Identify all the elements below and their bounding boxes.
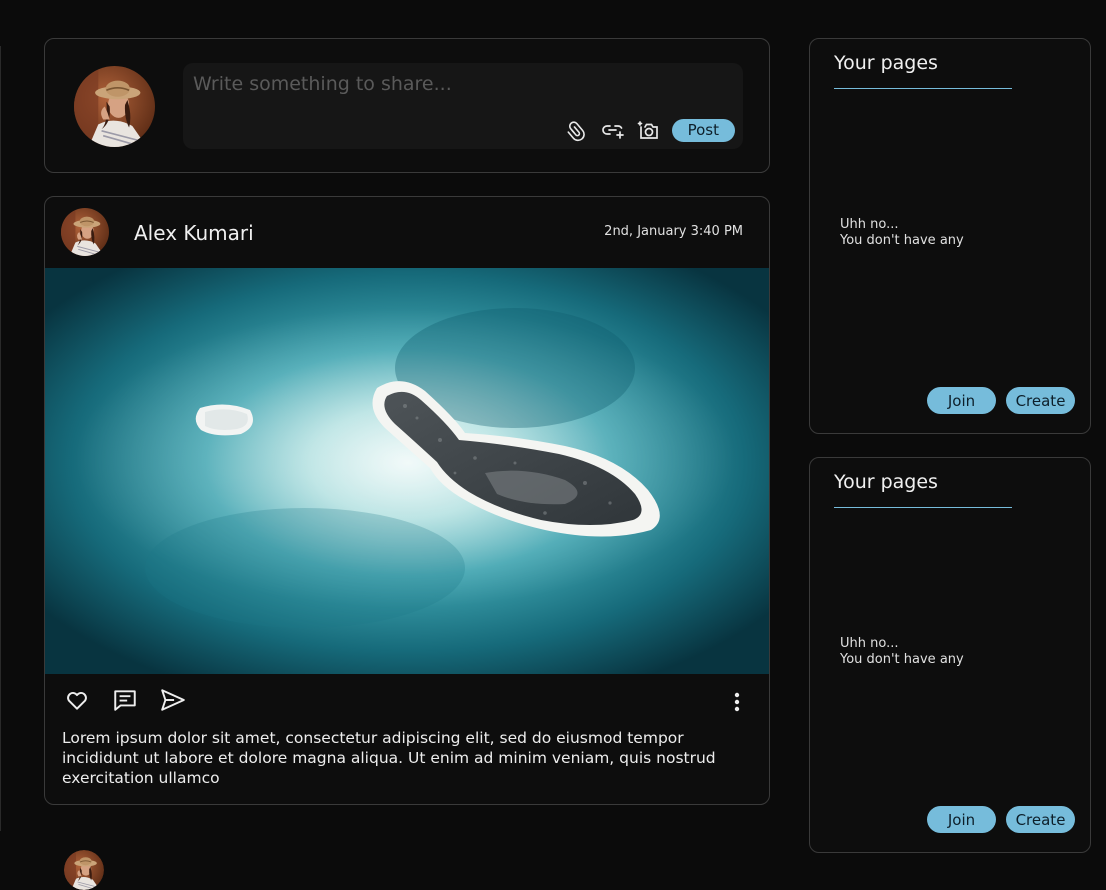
feed-post: Alex Kumari 2nd, January 3:40 PM Lorem i… (44, 196, 770, 805)
your-pages-panel: Your pages Uhh no... You don't have any … (809, 457, 1091, 853)
link-add-icon[interactable] (600, 117, 626, 143)
panel-actions: Join Create (927, 806, 1075, 833)
post-image[interactable] (45, 268, 770, 674)
post-timestamp: 2nd, January 3:40 PM (604, 224, 743, 239)
composer-placeholder[interactable]: Write something to share... (193, 73, 452, 95)
more-vertical-icon[interactable] (729, 688, 745, 716)
composer-toolbar: Post (564, 117, 735, 143)
join-button[interactable]: Join (927, 387, 996, 414)
post-composer: Write something to share... Post (44, 38, 770, 173)
user-avatar[interactable] (74, 66, 155, 147)
comment-icon[interactable] (111, 686, 139, 714)
create-button[interactable]: Create (1006, 806, 1075, 833)
join-button[interactable]: Join (927, 806, 996, 833)
post-button[interactable]: Post (671, 118, 735, 142)
next-post-avatar[interactable] (64, 850, 104, 890)
empty-state: Uhh no... You don't have any (840, 636, 964, 668)
empty-state-line: Uhh no... (840, 217, 899, 232)
paperclip-icon[interactable] (564, 117, 590, 143)
author-name[interactable]: Alex Kumari (134, 221, 254, 245)
author-avatar[interactable] (61, 208, 109, 256)
post-header: Alex Kumari 2nd, January 3:40 PM (45, 197, 769, 268)
your-pages-panel: Your pages Uhh no... You don't have any … (809, 38, 1091, 434)
empty-state-line: You don't have any (840, 652, 964, 667)
panel-title: Your pages (834, 471, 938, 493)
composer-input[interactable]: Write something to share... Post (183, 63, 743, 149)
send-icon[interactable] (159, 686, 187, 714)
camera-icon[interactable] (636, 117, 662, 143)
heart-icon[interactable] (63, 686, 91, 714)
empty-state: Uhh no... You don't have any (840, 217, 964, 249)
empty-state-line: Uhh no... (840, 636, 899, 651)
post-caption: Lorem ipsum dolor sit amet, consectetur … (62, 729, 716, 787)
panel-title: Your pages (834, 52, 938, 74)
empty-state-line: You don't have any (840, 233, 964, 248)
panel-actions: Join Create (927, 387, 1075, 414)
post-actions (63, 686, 187, 714)
panel-title-underline (834, 88, 1012, 89)
create-button[interactable]: Create (1006, 387, 1075, 414)
panel-title-underline (834, 507, 1012, 508)
left-sidebar-border (0, 46, 1, 831)
